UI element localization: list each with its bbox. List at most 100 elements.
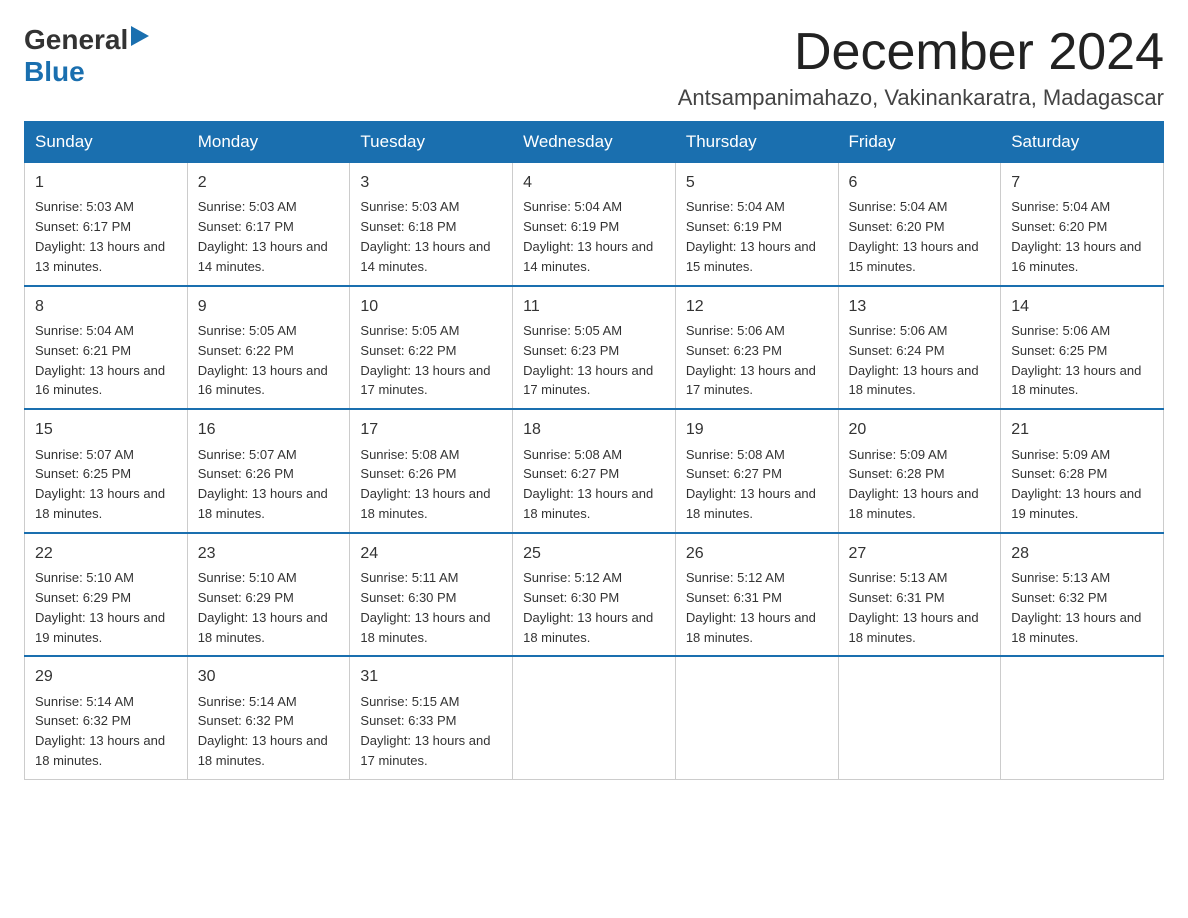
day-number: 26 [686, 542, 828, 565]
calendar-cell: 22 Sunrise: 5:10 AM Sunset: 6:29 PM Dayl… [25, 533, 188, 657]
day-number: 22 [35, 542, 177, 565]
day-sunset: Sunset: 6:17 PM [35, 219, 131, 234]
day-sunset: Sunset: 6:29 PM [35, 590, 131, 605]
day-daylight: Daylight: 13 hours and 13 minutes. [35, 239, 165, 274]
day-sunrise: Sunrise: 5:04 AM [686, 199, 785, 214]
day-daylight: Daylight: 13 hours and 16 minutes. [1011, 239, 1141, 274]
day-sunrise: Sunrise: 5:03 AM [35, 199, 134, 214]
day-sunrise: Sunrise: 5:05 AM [198, 323, 297, 338]
week-row-2: 8 Sunrise: 5:04 AM Sunset: 6:21 PM Dayli… [25, 286, 1164, 410]
calendar-cell: 25 Sunrise: 5:12 AM Sunset: 6:30 PM Dayl… [513, 533, 676, 657]
day-sunset: Sunset: 6:21 PM [35, 343, 131, 358]
day-daylight: Daylight: 13 hours and 18 minutes. [523, 486, 653, 521]
day-daylight: Daylight: 13 hours and 16 minutes. [198, 363, 328, 398]
day-sunrise: Sunrise: 5:08 AM [686, 447, 785, 462]
day-number: 5 [686, 171, 828, 194]
calendar-cell: 4 Sunrise: 5:04 AM Sunset: 6:19 PM Dayli… [513, 163, 676, 286]
day-number: 10 [360, 295, 502, 318]
day-number: 8 [35, 295, 177, 318]
day-sunrise: Sunrise: 5:06 AM [849, 323, 948, 338]
day-sunset: Sunset: 6:32 PM [198, 713, 294, 728]
calendar-cell: 3 Sunrise: 5:03 AM Sunset: 6:18 PM Dayli… [350, 163, 513, 286]
calendar-cell: 27 Sunrise: 5:13 AM Sunset: 6:31 PM Dayl… [838, 533, 1001, 657]
day-number: 31 [360, 665, 502, 688]
day-daylight: Daylight: 13 hours and 18 minutes. [1011, 363, 1141, 398]
calendar-cell: 20 Sunrise: 5:09 AM Sunset: 6:28 PM Dayl… [838, 409, 1001, 533]
day-sunset: Sunset: 6:23 PM [523, 343, 619, 358]
day-daylight: Daylight: 13 hours and 14 minutes. [523, 239, 653, 274]
calendar-table: Sunday Monday Tuesday Wednesday Thursday… [24, 121, 1164, 780]
calendar-cell: 17 Sunrise: 5:08 AM Sunset: 6:26 PM Dayl… [350, 409, 513, 533]
header-monday: Monday [187, 122, 350, 163]
day-daylight: Daylight: 13 hours and 18 minutes. [849, 486, 979, 521]
day-sunrise: Sunrise: 5:13 AM [1011, 570, 1110, 585]
day-sunset: Sunset: 6:18 PM [360, 219, 456, 234]
day-number: 23 [198, 542, 340, 565]
day-sunrise: Sunrise: 5:05 AM [523, 323, 622, 338]
calendar-cell: 5 Sunrise: 5:04 AM Sunset: 6:19 PM Dayli… [675, 163, 838, 286]
day-sunset: Sunset: 6:20 PM [1011, 219, 1107, 234]
day-number: 2 [198, 171, 340, 194]
day-daylight: Daylight: 13 hours and 18 minutes. [198, 610, 328, 645]
calendar-cell [675, 656, 838, 779]
day-daylight: Daylight: 13 hours and 14 minutes. [198, 239, 328, 274]
day-sunrise: Sunrise: 5:12 AM [686, 570, 785, 585]
day-sunrise: Sunrise: 5:15 AM [360, 694, 459, 709]
day-number: 29 [35, 665, 177, 688]
day-daylight: Daylight: 13 hours and 18 minutes. [1011, 610, 1141, 645]
day-sunrise: Sunrise: 5:04 AM [1011, 199, 1110, 214]
calendar-cell: 24 Sunrise: 5:11 AM Sunset: 6:30 PM Dayl… [350, 533, 513, 657]
day-sunset: Sunset: 6:29 PM [198, 590, 294, 605]
calendar-cell: 11 Sunrise: 5:05 AM Sunset: 6:23 PM Dayl… [513, 286, 676, 410]
day-daylight: Daylight: 13 hours and 18 minutes. [35, 486, 165, 521]
day-number: 4 [523, 171, 665, 194]
day-sunrise: Sunrise: 5:08 AM [360, 447, 459, 462]
logo-blue: Blue [24, 56, 85, 88]
day-daylight: Daylight: 13 hours and 14 minutes. [360, 239, 490, 274]
calendar-cell: 28 Sunrise: 5:13 AM Sunset: 6:32 PM Dayl… [1001, 533, 1164, 657]
day-number: 1 [35, 171, 177, 194]
day-number: 13 [849, 295, 991, 318]
day-sunset: Sunset: 6:28 PM [1011, 466, 1107, 481]
day-sunset: Sunset: 6:20 PM [849, 219, 945, 234]
day-daylight: Daylight: 13 hours and 18 minutes. [849, 363, 979, 398]
day-daylight: Daylight: 13 hours and 19 minutes. [35, 610, 165, 645]
day-number: 21 [1011, 418, 1153, 441]
day-daylight: Daylight: 13 hours and 18 minutes. [360, 486, 490, 521]
page-header: General Blue December 2024 Antsampanimah… [24, 24, 1164, 111]
day-sunset: Sunset: 6:19 PM [686, 219, 782, 234]
header-thursday: Thursday [675, 122, 838, 163]
day-sunset: Sunset: 6:19 PM [523, 219, 619, 234]
day-sunrise: Sunrise: 5:03 AM [198, 199, 297, 214]
calendar-cell: 21 Sunrise: 5:09 AM Sunset: 6:28 PM Dayl… [1001, 409, 1164, 533]
day-number: 18 [523, 418, 665, 441]
day-sunset: Sunset: 6:28 PM [849, 466, 945, 481]
day-sunset: Sunset: 6:22 PM [198, 343, 294, 358]
day-sunset: Sunset: 6:32 PM [35, 713, 131, 728]
day-sunset: Sunset: 6:30 PM [360, 590, 456, 605]
day-sunset: Sunset: 6:25 PM [1011, 343, 1107, 358]
header-saturday: Saturday [1001, 122, 1164, 163]
calendar-cell [1001, 656, 1164, 779]
day-sunset: Sunset: 6:24 PM [849, 343, 945, 358]
day-number: 19 [686, 418, 828, 441]
day-daylight: Daylight: 13 hours and 18 minutes. [849, 610, 979, 645]
day-sunset: Sunset: 6:26 PM [360, 466, 456, 481]
day-daylight: Daylight: 13 hours and 18 minutes. [198, 733, 328, 768]
calendar-cell: 30 Sunrise: 5:14 AM Sunset: 6:32 PM Dayl… [187, 656, 350, 779]
day-sunrise: Sunrise: 5:09 AM [1011, 447, 1110, 462]
day-daylight: Daylight: 13 hours and 17 minutes. [686, 363, 816, 398]
day-sunrise: Sunrise: 5:13 AM [849, 570, 948, 585]
day-sunset: Sunset: 6:23 PM [686, 343, 782, 358]
day-number: 3 [360, 171, 502, 194]
day-number: 16 [198, 418, 340, 441]
day-number: 27 [849, 542, 991, 565]
calendar-cell: 9 Sunrise: 5:05 AM Sunset: 6:22 PM Dayli… [187, 286, 350, 410]
calendar-cell: 10 Sunrise: 5:05 AM Sunset: 6:22 PM Dayl… [350, 286, 513, 410]
day-sunrise: Sunrise: 5:04 AM [523, 199, 622, 214]
calendar-cell: 7 Sunrise: 5:04 AM Sunset: 6:20 PM Dayli… [1001, 163, 1164, 286]
day-sunrise: Sunrise: 5:14 AM [35, 694, 134, 709]
day-sunrise: Sunrise: 5:09 AM [849, 447, 948, 462]
day-daylight: Daylight: 13 hours and 17 minutes. [360, 363, 490, 398]
day-number: 9 [198, 295, 340, 318]
